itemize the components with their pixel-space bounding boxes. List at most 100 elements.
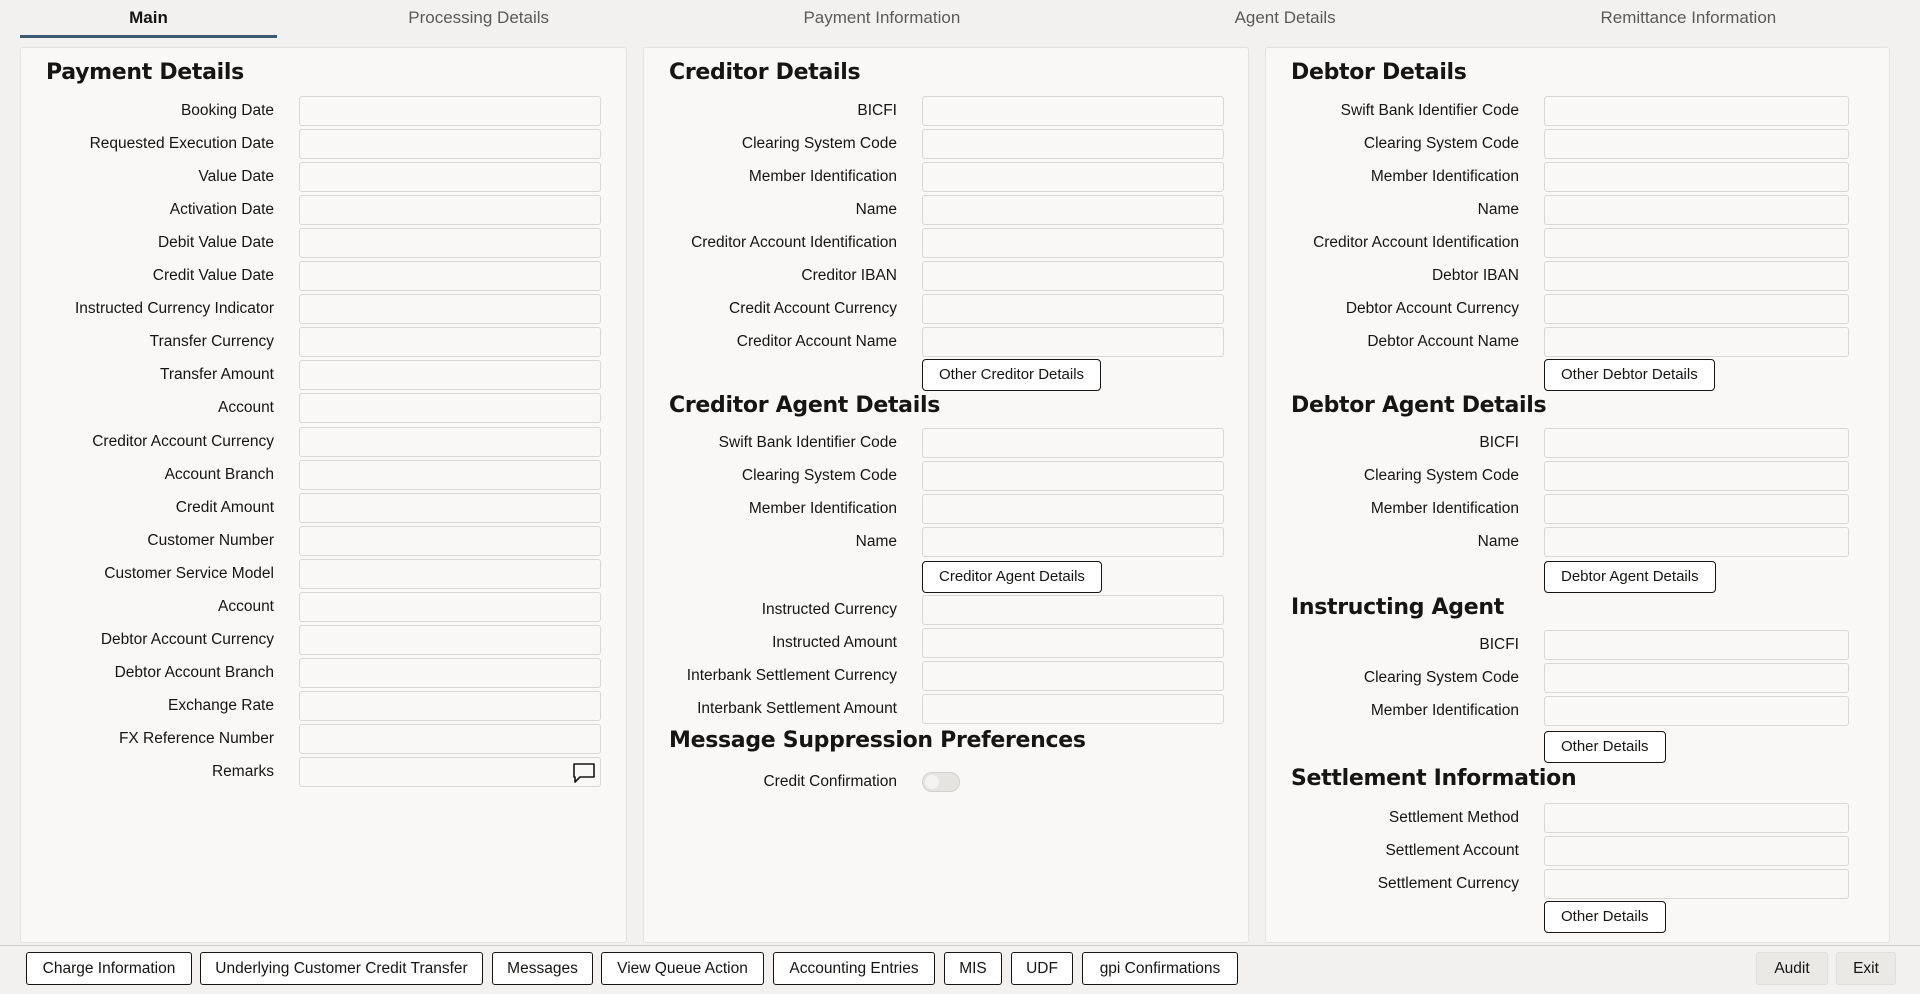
debtor-iban-input[interactable] — [1544, 261, 1849, 292]
credit-amount-input[interactable] — [299, 492, 601, 523]
field-label: Remarks — [211, 763, 274, 780]
clearing-system-code-input[interactable] — [1544, 129, 1849, 160]
member-identification-input[interactable] — [1544, 494, 1849, 524]
settlement-method-input[interactable] — [1544, 803, 1849, 833]
bicfi-input[interactable] — [922, 96, 1224, 126]
bicfi-input[interactable] — [1544, 428, 1849, 458]
interbank-settlement-amount-input[interactable] — [922, 694, 1224, 724]
form-row-debtor-account-name: Debtor Account Name — [1266, 327, 1889, 358]
audit-button[interactable]: Audit — [1756, 952, 1828, 985]
field-label: Account Branch — [164, 465, 274, 483]
clearing-system-code-input[interactable] — [922, 461, 1224, 491]
tab-processing-details[interactable]: Processing Details — [277, 0, 680, 38]
bicfi-input[interactable] — [1544, 630, 1849, 660]
creditor-iban-input[interactable] — [922, 261, 1224, 292]
field-label: Debtor Account Currency — [100, 630, 274, 648]
creditor-account-identification-input[interactable] — [1544, 228, 1849, 259]
tab-remittance-information[interactable]: Remittance Information — [1487, 0, 1890, 38]
form-row-bicfi: BICFI — [1266, 630, 1889, 660]
instructed-amount-input[interactable] — [922, 628, 1224, 658]
form-row-interbank-settlement-amount: Interbank Settlement Amount — [644, 694, 1248, 724]
settlement-account-input[interactable] — [1544, 836, 1849, 866]
name-input[interactable] — [1544, 195, 1849, 226]
form-row-transfer-currency: Transfer Currency — [21, 327, 626, 358]
other-debtor-details-button[interactable]: Other Debtor Details — [1544, 359, 1715, 391]
account-input[interactable] — [299, 393, 601, 424]
form-row-settlement-currency: Settlement Currency — [1266, 869, 1889, 899]
tab-payment-information[interactable]: Payment Information — [680, 0, 1083, 38]
instructed-currency-input[interactable] — [922, 595, 1224, 625]
interbank-settlement-currency-input[interactable] — [922, 661, 1224, 691]
debtor-account-currency-input[interactable] — [1544, 294, 1849, 325]
debtor-panel: Debtor Details Debtor Agent Details Inst… — [1265, 47, 1890, 943]
charge-information-button[interactable]: Charge Information — [26, 952, 192, 985]
member-identification-input[interactable] — [1544, 696, 1849, 726]
settlement-currency-input[interactable] — [1544, 869, 1849, 899]
field-label: Instructed Amount — [772, 634, 897, 651]
field-label: Customer Service Model — [104, 564, 274, 582]
udf-button[interactable]: UDF — [1011, 952, 1073, 985]
debtor-account-name-input[interactable] — [1544, 327, 1849, 358]
name-input[interactable] — [1544, 527, 1849, 557]
field-label: Name — [1477, 533, 1519, 550]
form-row-account: Account — [21, 393, 626, 424]
account-branch-input[interactable] — [299, 459, 601, 490]
credit-value-date-input[interactable] — [299, 261, 601, 292]
activation-date-input[interactable] — [299, 195, 601, 226]
member-identification-input[interactable] — [1544, 162, 1849, 193]
clearing-system-code-input[interactable] — [1544, 663, 1849, 693]
form-row-customer-number: Customer Number — [21, 525, 626, 556]
instructed-currency-indicator-input[interactable] — [299, 294, 601, 325]
tab-agent-details[interactable]: Agent Details — [1084, 0, 1487, 38]
booking-date-input[interactable] — [299, 96, 601, 126]
creditor-details-title: Creditor Details — [669, 60, 861, 85]
view-queue-action-button[interactable]: View Queue Action — [601, 952, 764, 985]
exchange-rate-input[interactable] — [299, 690, 601, 721]
form-row-instructed-currency-indicator: Instructed Currency Indicator — [21, 294, 626, 325]
creditor-agent-details-button[interactable]: Creditor Agent Details — [922, 561, 1102, 593]
credit-confirmation-toggle[interactable] — [922, 772, 960, 792]
debit-value-date-input[interactable] — [299, 228, 601, 259]
transfer-amount-input[interactable] — [299, 360, 601, 391]
credit-account-currency-input[interactable] — [922, 294, 1224, 325]
transfer-currency-input[interactable] — [299, 327, 601, 358]
gpi-confirmations-button[interactable]: gpi Confirmations — [1082, 952, 1238, 985]
fx-reference-number-input[interactable] — [299, 723, 601, 754]
customer-service-model-input[interactable] — [299, 558, 601, 589]
member-identification-input[interactable] — [922, 162, 1224, 193]
clearing-system-code-input[interactable] — [922, 129, 1224, 160]
creditor-account-identification-input[interactable] — [922, 228, 1224, 259]
exit-button[interactable]: Exit — [1836, 952, 1896, 985]
other-creditor-details-button[interactable]: Other Creditor Details — [922, 359, 1102, 391]
requested-execution-date-input[interactable] — [299, 129, 601, 160]
accounting-entries-button[interactable]: Accounting Entries — [773, 952, 935, 985]
field-label: BICFI — [857, 102, 897, 119]
debtor-agent-details-button[interactable]: Debtor Agent Details — [1544, 561, 1716, 593]
clearing-system-code-input[interactable] — [1544, 461, 1849, 491]
account-input[interactable] — [299, 591, 601, 622]
underlying-customer-credit-transfer-button[interactable]: Underlying Customer Credit Transfer — [200, 952, 483, 985]
customer-number-input[interactable] — [299, 525, 601, 556]
settlement-other-details-button[interactable]: Other Details — [1544, 901, 1666, 933]
comment-icon[interactable] — [572, 762, 596, 784]
member-identification-input[interactable] — [922, 494, 1224, 524]
field-label: Clearing System Code — [1363, 135, 1519, 153]
tab-main[interactable]: Main — [20, 0, 277, 38]
field-label: Account — [217, 597, 274, 615]
form-row-debit-value-date: Debit Value Date — [21, 228, 626, 259]
debtor-account-branch-input[interactable] — [299, 657, 601, 688]
swift-bank-identifier-code-input[interactable] — [922, 428, 1224, 458]
field-label: Settlement Method — [1388, 809, 1519, 826]
field-label: BICFI — [1479, 636, 1519, 653]
creditor-account-currency-input[interactable] — [299, 426, 601, 457]
debtor-account-currency-input[interactable] — [299, 624, 601, 655]
creditor-account-name-input[interactable] — [922, 327, 1224, 358]
remarks-input[interactable] — [299, 757, 601, 787]
name-input[interactable] — [922, 195, 1224, 226]
swift-bank-identifier-code-input[interactable] — [1544, 96, 1849, 126]
messages-button[interactable]: Messages — [492, 952, 593, 985]
mis-button[interactable]: MIS — [944, 952, 1002, 985]
value-date-input[interactable] — [299, 162, 601, 193]
instructing-agent-other-details-button[interactable]: Other Details — [1544, 731, 1666, 763]
name-input[interactable] — [922, 527, 1224, 557]
